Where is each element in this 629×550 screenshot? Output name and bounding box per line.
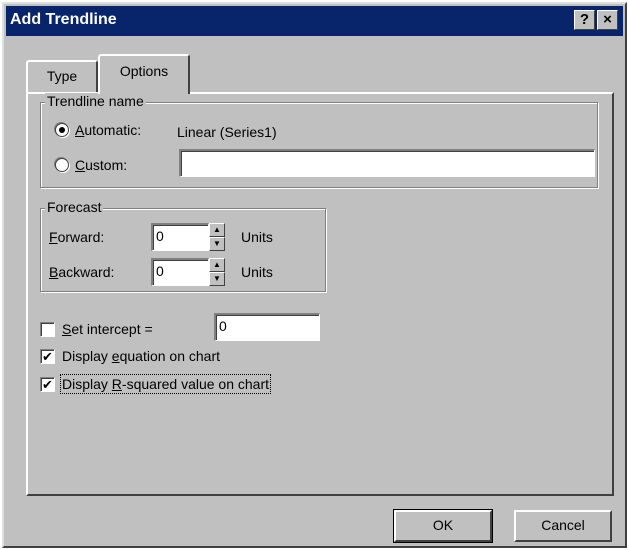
help-button[interactable]: ? [574,10,595,30]
automatic-name-value: Linear (Series1) [177,124,277,140]
backward-down-icon[interactable]: ▼ [209,272,225,286]
set-intercept-label[interactable]: Set intercept = [62,321,153,337]
tab-type[interactable]: Type [26,60,98,92]
display-equation-label[interactable]: Display equation on chart [62,348,220,364]
display-r-squared-label[interactable]: Display R-squared value on chart [59,374,272,394]
intercept-input[interactable]: 0 [214,313,320,341]
custom-label[interactable]: Custom: [75,157,127,173]
forward-down-icon[interactable]: ▼ [209,237,225,251]
forward-units-label: Units [241,229,273,245]
forward-up-icon[interactable]: ▲ [209,223,225,237]
trendline-name-group: Trendline name Automatic: Linear (Series… [40,93,598,188]
automatic-radio[interactable] [55,123,69,137]
tab-type-label: Type [46,68,78,84]
forecast-group-label: Forecast [45,199,104,215]
forecast-group: Forecast Forward: 0 ▲ ▼ Units Backward: … [40,199,326,292]
backward-label: Backward: [49,264,115,280]
dialog-title: Add Trendline [10,11,117,28]
set-intercept-checkbox[interactable] [40,322,55,337]
display-equation-checkbox[interactable]: ✔ [40,349,55,364]
close-button[interactable]: × [597,10,618,30]
display-r-squared-checkbox[interactable]: ✔ [40,377,55,392]
backward-input[interactable]: 0 [151,258,209,286]
backward-up-icon[interactable]: ▲ [209,258,225,272]
cancel-button[interactable]: Cancel [514,510,612,542]
forward-input[interactable]: 0 [151,223,209,251]
automatic-label[interactable]: Automatic: [75,122,141,138]
tab-options[interactable]: Options [98,54,190,94]
options-panel: Trendline name Automatic: Linear (Series… [26,92,614,496]
ok-button[interactable]: OK [393,509,493,543]
custom-radio[interactable] [55,158,69,172]
tab-options-label: Options [119,63,169,79]
backward-units-label: Units [241,264,273,280]
add-trendline-dialog: Add Trendline ? × Type Options Trendline… [2,2,627,548]
forward-spinner[interactable]: ▲ ▼ [209,223,225,251]
backward-spinner[interactable]: ▲ ▼ [209,258,225,286]
forward-label: Forward: [49,229,105,245]
trendline-name-group-label: Trendline name [45,93,146,109]
title-bar[interactable]: Add Trendline ? × [6,6,623,36]
custom-name-input[interactable] [179,149,595,177]
